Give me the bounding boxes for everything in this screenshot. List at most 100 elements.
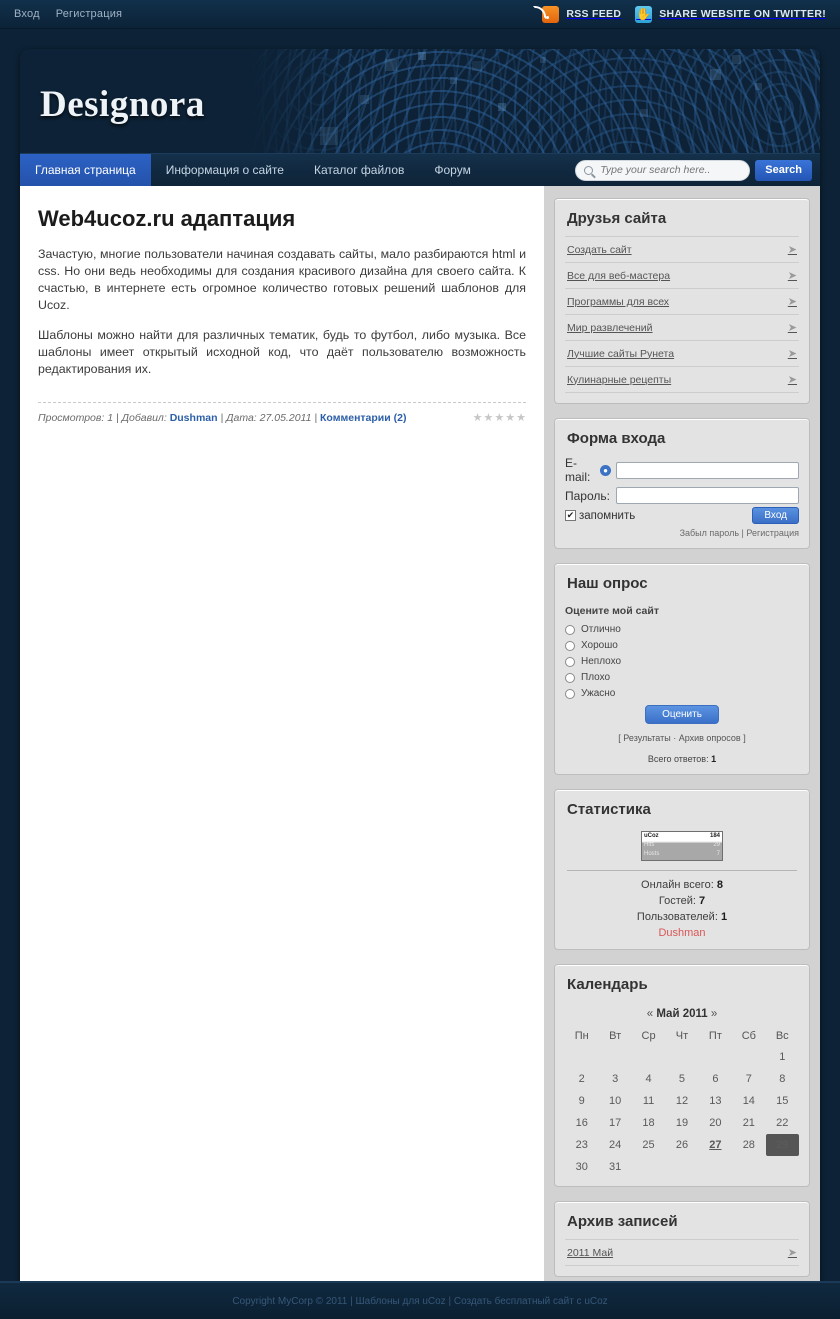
calendar-day: [598, 1046, 631, 1068]
archive-list: 2011 Май ➤: [555, 1239, 809, 1276]
radio-icon[interactable]: [565, 640, 575, 651]
password-field[interactable]: [616, 487, 799, 504]
content-columns: Web4ucoz.ru адаптация Зачастую, многие п…: [20, 186, 820, 1289]
poll-title: Наш опрос: [567, 575, 648, 592]
calendar-day: 10: [609, 1095, 622, 1107]
calendar-week-row: 16 17 18 19 20 21 22: [565, 1112, 799, 1134]
search-input[interactable]: [598, 163, 742, 177]
author-value[interactable]: Dushman: [170, 412, 218, 424]
stats-divider: [567, 870, 797, 871]
calendar-table: Пн Вт Ср Чт Пт Сб Вс 1 2 3 4 5 6 7 8 9 1…: [565, 1026, 799, 1178]
rss-icon: [542, 5, 560, 23]
nav-item-home[interactable]: Главная страница: [20, 154, 151, 186]
friend-link-2[interactable]: Программы для всех ➤: [565, 288, 799, 314]
stats-guests-label: Гостей:: [658, 895, 696, 907]
radio-icon[interactable]: [565, 688, 575, 699]
star-icon[interactable]: ★: [494, 411, 504, 424]
top-bar-social: RSS FEED ✋ SHARE WEBSITE ON TWITTER!: [542, 5, 826, 23]
register-link[interactable]: Регистрация: [56, 8, 123, 20]
poll-submit-button[interactable]: Оценить: [645, 705, 719, 724]
poll-option-4[interactable]: Ужасно: [565, 688, 799, 699]
star-icon[interactable]: ★: [516, 411, 526, 424]
search-box: Search: [575, 154, 820, 186]
sidebar-block-calendar: Календарь « Май 2011 » Пн Вт Ср Чт Пт Сб…: [554, 964, 810, 1187]
poll-option-2[interactable]: Неплохо: [565, 656, 799, 667]
nav-item-site-info[interactable]: Информация о сайте: [151, 154, 299, 186]
copyright-text: Copyright MyCorp © 2011 | Шаблоны для uC…: [232, 1295, 608, 1307]
ucoz-counter-widget[interactable]: uCoz 184 Hits 29 Hosts 7: [641, 831, 723, 861]
article-paragraph-1: Зачастую, многие пользователи начиная со…: [38, 247, 526, 312]
calendar-weekday: Вс: [775, 1030, 789, 1042]
counter-row-hits: Hits 29: [642, 841, 722, 850]
openid-icon[interactable]: ●: [600, 464, 611, 476]
remember-checkbox[interactable]: ✔: [565, 510, 576, 521]
main-content: Web4ucoz.ru адаптация Зачастую, многие п…: [20, 186, 544, 1289]
page-footer: Copyright MyCorp © 2011 | Шаблоны для uC…: [0, 1281, 840, 1319]
star-icon[interactable]: ★: [505, 411, 515, 424]
friends-list: Создать сайт ➤ Все для веб-мастера ➤ Про…: [555, 236, 809, 403]
login-link[interactable]: Вход: [14, 8, 40, 20]
site-logo[interactable]: Designora: [40, 83, 205, 126]
calendar-week-row: 9 10 11 12 13 14 15: [565, 1090, 799, 1112]
counter-value: 184: [709, 833, 720, 839]
email-field[interactable]: [616, 461, 799, 479]
calendar-day: [732, 1156, 765, 1178]
calendar-weekday: Пт: [708, 1030, 722, 1042]
counter-label: uCoz: [644, 833, 659, 839]
friend-link-5[interactable]: Кулинарные рецепты ➤: [565, 366, 799, 393]
rss-feed-link[interactable]: RSS FEED: [542, 5, 621, 23]
radio-icon[interactable]: [565, 672, 575, 683]
poll-results-links[interactable]: [ Результаты · Архив опросов ]: [565, 733, 799, 743]
calendar-day: [632, 1046, 665, 1068]
archive-title: Архив записей: [567, 1213, 678, 1230]
register-link-sidebar[interactable]: Регистрация: [746, 528, 799, 538]
nav-item-forum[interactable]: Форум: [419, 154, 485, 186]
star-icon[interactable]: ★: [473, 411, 483, 424]
stats-title: Статистика: [567, 801, 651, 818]
poll-option-3[interactable]: Плохо: [565, 672, 799, 683]
calendar-next-icon[interactable]: »: [711, 1008, 717, 1020]
calendar-day-today[interactable]: 29: [765, 1134, 799, 1156]
calendar-day: 16: [575, 1117, 588, 1129]
calendar-day-link[interactable]: 27: [699, 1134, 732, 1156]
friend-link-0[interactable]: Создать сайт ➤: [565, 236, 799, 262]
twitter-share-link[interactable]: ✋ SHARE WEBSITE ON TWITTER!: [635, 5, 826, 23]
radio-icon[interactable]: [565, 656, 575, 667]
calendar-day: 11: [642, 1095, 655, 1107]
poll-option-0[interactable]: Отлично: [565, 624, 799, 635]
search-button[interactable]: Search: [755, 159, 812, 181]
poll-option-1[interactable]: Хорошо: [565, 640, 799, 651]
author-label: Добавил:: [121, 411, 167, 424]
calendar-day: 7: [745, 1073, 752, 1085]
email-label: E-mail:: [565, 456, 591, 484]
friend-link-1[interactable]: Все для веб-мастера ➤: [565, 262, 799, 288]
calendar-week-row: 30 31: [565, 1156, 799, 1178]
forgot-password-link[interactable]: Забыл пароль: [680, 528, 739, 538]
nav-item-file-catalog[interactable]: Каталог файлов: [299, 154, 419, 186]
login-submit-button[interactable]: Вход: [752, 507, 799, 524]
search-field-wrapper[interactable]: [575, 159, 751, 181]
archive-link-0[interactable]: 2011 Май ➤: [565, 1239, 799, 1266]
calendar-prev-icon[interactable]: «: [647, 1008, 653, 1020]
archive-label: 2011 Май: [567, 1246, 614, 1259]
star-icon[interactable]: ★: [484, 411, 494, 424]
arrow-right-icon: ➤: [787, 348, 797, 360]
sidebar: Друзья сайта Создать сайт ➤ Все для веб-…: [544, 186, 820, 1289]
poll-total-label: Всего ответов:: [647, 754, 709, 764]
radio-icon[interactable]: [565, 624, 575, 635]
sidebar-block-friends: Друзья сайта Создать сайт ➤ Все для веб-…: [554, 198, 810, 404]
email-row: E-mail: ●: [565, 456, 799, 484]
calendar-weekday-row: Пн Вт Ср Чт Пт Сб Вс: [565, 1026, 799, 1046]
calendar-day: 8: [779, 1073, 786, 1085]
friend-link-4[interactable]: Лучшие сайты Рунета ➤: [565, 340, 799, 366]
rating-stars[interactable]: ★ ★ ★ ★ ★: [473, 411, 526, 424]
friend-link-3[interactable]: Мир развлечений ➤: [565, 314, 799, 340]
poll-option-label: Неплохо: [581, 656, 622, 667]
calendar-body: « Май 2011 » Пн Вт Ср Чт Пт Сб Вс 1 2 3 …: [555, 1002, 809, 1186]
calendar-day: 23: [575, 1139, 588, 1151]
top-bar: Вход Регистрация RSS FEED ✋ SHARE WEBSIT…: [0, 0, 840, 29]
comments-link[interactable]: Комментарии (2): [320, 412, 406, 424]
calendar-week-row: 1: [565, 1046, 799, 1068]
stats-online-username[interactable]: Dushman: [565, 927, 799, 939]
stats-users: Пользователей: 1: [565, 911, 799, 923]
